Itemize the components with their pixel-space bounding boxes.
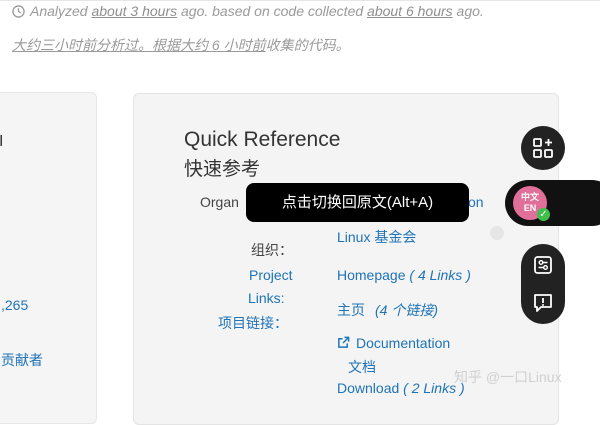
- organization-label: Organ: [200, 194, 239, 210]
- organization-link[interactable]: Linux 基金会: [337, 227, 416, 247]
- check-icon: ✓: [537, 208, 550, 221]
- analyzed-mid: ago. based on code collected: [177, 3, 368, 19]
- homepage-link-translation[interactable]: 主页 (4 个链接): [337, 300, 438, 320]
- homepage-label-zh[interactable]: 主页: [337, 302, 365, 318]
- settings-panel-icon: [534, 256, 552, 274]
- quick-reference-title: Quick Reference: [184, 128, 341, 151]
- avatar-text-line1: 中文: [520, 192, 539, 202]
- project-links-label-line2: Links:: [248, 290, 285, 306]
- external-link-icon: [338, 336, 350, 348]
- watermark: 知乎 @一口Linux: [454, 369, 562, 385]
- stats-card: I ,265 贡献者: [0, 92, 97, 424]
- analyzed-time-link[interactable]: about 3 hours: [91, 3, 177, 19]
- avatar-text-line2: EN: [523, 203, 537, 213]
- indicator-dot: [490, 226, 504, 240]
- top-divider: [0, 0, 600, 1]
- feedback-button[interactable]: [521, 286, 565, 320]
- quick-reference-title-translation: 快速参考: [184, 159, 261, 180]
- homepage-link[interactable]: Homepage ( 4 Links ): [337, 267, 471, 283]
- documentation-link[interactable]: Documentation: [337, 335, 450, 351]
- analyzed-prefix: Analyzed: [30, 3, 92, 19]
- analyzed-suffix: ago.: [452, 3, 484, 19]
- download-label[interactable]: Download: [337, 380, 399, 396]
- analysis-status-translation: 大约三小时前分析过。根据大约 6 小时前收集的代码。: [12, 35, 350, 55]
- download-link[interactable]: Download ( 2 Links ): [337, 380, 465, 396]
- organization-value-fragment[interactable]: on: [468, 194, 484, 210]
- collected-time-link[interactable]: about 6 hours: [367, 3, 453, 19]
- homepage-count-zh: (4 个链接): [375, 302, 438, 318]
- homepage-count: ( 4 Links ): [409, 267, 471, 283]
- analysis-status: Analyzed about 3 hours ago. based on cod…: [12, 3, 484, 19]
- apps-add-icon: [533, 138, 553, 158]
- documentation-label[interactable]: Documentation: [356, 335, 450, 351]
- zh-time[interactable]: 大约 6 小时前: [180, 37, 266, 53]
- organization-label-translation: 组织：: [251, 242, 293, 258]
- documentation-link-translation[interactable]: 文档: [348, 357, 376, 377]
- apps-add-button[interactable]: [521, 126, 565, 170]
- contributors-label[interactable]: 贡献者: [1, 350, 43, 370]
- stats-card-heading-fragment: I: [0, 133, 4, 150]
- side-toolbar: [521, 244, 565, 324]
- project-links-label-translation: 项目链接：: [218, 315, 288, 331]
- project-links-label: Project: [249, 267, 293, 283]
- clock-icon: [12, 5, 25, 18]
- homepage-label[interactable]: Homepage: [337, 267, 406, 283]
- translate-toggle-tooltip: 点击切换回原文(Alt+A): [246, 183, 469, 222]
- zh-prefix: 大约三小时前分析过。根据: [12, 37, 180, 53]
- contributor-count[interactable]: ,265: [1, 297, 28, 313]
- feedback-icon: [534, 294, 552, 312]
- zh-suffix: 收集的代码。: [265, 37, 350, 53]
- settings-panel-button[interactable]: [521, 248, 565, 282]
